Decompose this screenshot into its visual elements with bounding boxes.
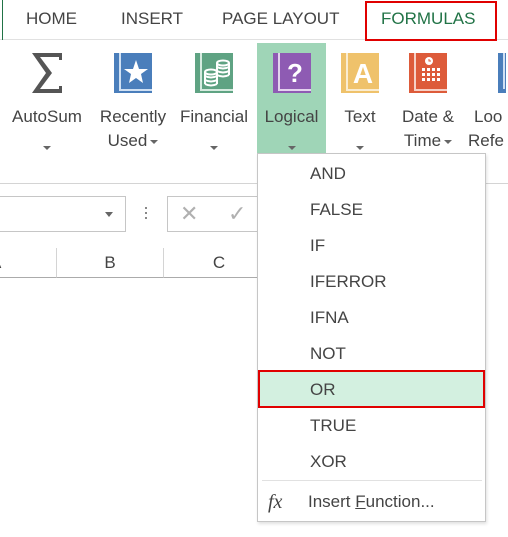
logical-functions-menu: AND FALSE IF IFERROR IFNA NOT OR TRUE XO… <box>257 153 486 522</box>
autosum-label: AutoSum <box>12 107 82 126</box>
letter-a-book-icon: A <box>339 51 381 95</box>
calendar-clock-book-icon <box>407 51 449 95</box>
dropdown-caret-icon <box>150 139 159 144</box>
autosum-button[interactable]: AutoSum <box>4 43 90 153</box>
window-edge <box>2 0 3 40</box>
lookup-reference-label-line1: Loo <box>474 107 503 126</box>
svg-text:?: ? <box>287 58 303 88</box>
cancel-x-icon[interactable]: ✕ <box>180 202 198 227</box>
lookup-reference-button[interactable]: Loo Refe <box>468 43 508 153</box>
recently-used-button[interactable]: Recently Used <box>94 43 172 153</box>
insert-function-prefix: Insert <box>308 492 356 511</box>
text-button[interactable]: A Text <box>332 43 388 153</box>
recently-used-label-line2: Used <box>107 131 148 150</box>
menu-item-iferror[interactable]: IFERROR <box>258 264 485 300</box>
logical-label: Logical <box>264 107 319 126</box>
menu-item-if[interactable]: IF <box>258 228 485 264</box>
menu-item-ifna[interactable]: IFNA <box>258 300 485 336</box>
date-time-label-line2: Time <box>403 131 442 150</box>
dropdown-caret-icon <box>43 145 51 150</box>
formulas-tab-annotation-box <box>365 1 497 41</box>
logical-button[interactable]: ? Logical <box>257 43 326 153</box>
date-time-button[interactable]: Date & Time <box>392 43 464 153</box>
star-book-icon <box>112 51 154 95</box>
name-box[interactable] <box>0 196 126 232</box>
menu-item-xor[interactable]: XOR <box>258 444 485 480</box>
tab-home[interactable]: HOME <box>26 9 77 29</box>
dropdown-caret-icon <box>356 145 364 150</box>
insert-function-suffix: unction... <box>365 492 435 511</box>
column-header-b[interactable]: B <box>57 248 164 278</box>
menu-item-false[interactable]: FALSE <box>258 192 485 228</box>
dropdown-caret-icon <box>210 145 218 150</box>
coins-book-icon <box>193 51 235 95</box>
enter-check-icon[interactable]: ✓ <box>228 202 246 227</box>
lookup-reference-label-line2: Refe <box>468 131 504 150</box>
name-box-dropdown-icon[interactable] <box>105 212 113 217</box>
text-label: Text <box>344 107 376 126</box>
lookup-book-icon <box>496 51 506 95</box>
date-time-label-line1: Date & <box>402 107 454 126</box>
column-header-a[interactable]: A <box>0 248 57 278</box>
formula-bar-grip-icon[interactable] <box>145 207 148 223</box>
menu-item-and[interactable]: AND <box>258 156 485 192</box>
function-library-ribbon: AutoSum Recently Used Financial ? Logica… <box>0 41 508 153</box>
tab-insert[interactable]: INSERT <box>121 9 183 29</box>
fx-icon: fx <box>268 491 283 513</box>
menu-item-true[interactable]: TRUE <box>258 408 485 444</box>
insert-function-menu-item[interactable]: fx Insert Function... <box>258 484 485 520</box>
sigma-icon <box>26 51 68 95</box>
financial-label: Financial <box>179 107 249 126</box>
svg-text:A: A <box>353 58 373 89</box>
or-item-annotation-box <box>258 370 485 408</box>
menu-item-not[interactable]: NOT <box>258 336 485 372</box>
dropdown-caret-icon <box>444 139 453 144</box>
tab-page-layout[interactable]: PAGE LAYOUT <box>222 9 339 29</box>
insert-function-accel: F <box>355 492 366 511</box>
recently-used-label-line1: Recently <box>99 107 167 126</box>
financial-button[interactable]: Financial <box>174 43 254 153</box>
question-book-icon: ? <box>271 51 313 95</box>
dropdown-caret-icon <box>287 145 296 150</box>
menu-separator <box>262 480 482 481</box>
